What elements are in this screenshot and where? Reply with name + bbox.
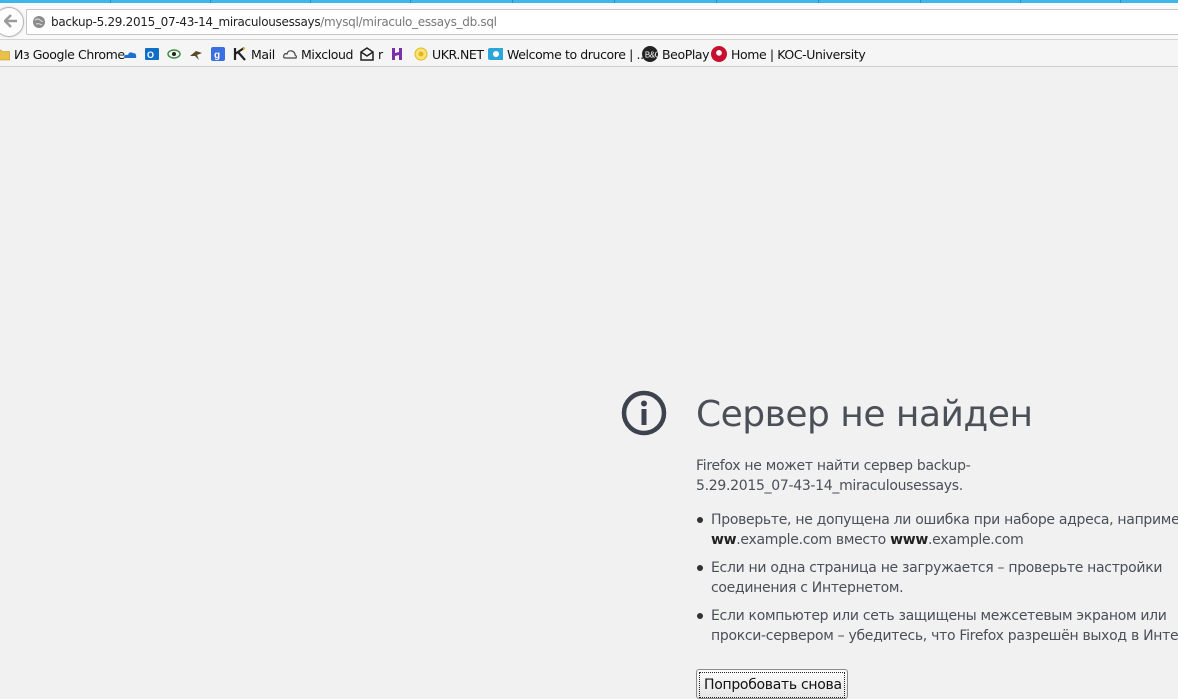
cloud-icon <box>283 50 297 59</box>
bookmark-label: Mail <box>251 46 275 62</box>
beoplay-icon: B&O <box>642 46 658 62</box>
bookmark-onedrive[interactable] <box>123 45 141 63</box>
suggestion-bold: www <box>890 532 928 548</box>
bookmark-label: Из Google Chrome <box>14 46 125 62</box>
url-text: backup-5.29.2015_07-43-14_miraculousessa… <box>51 14 497 30</box>
onedrive-icon <box>124 52 137 58</box>
drupal-icon <box>488 48 503 60</box>
url-path: /mysql/miraculo_essays_db.sql <box>320 15 497 29</box>
try-again-label: Попробовать снова <box>699 672 845 698</box>
suggestion-line: Если компьютер или сеть защищены межсете… <box>711 608 1167 624</box>
bookmark-r[interactable]: r <box>360 45 383 63</box>
bookmark-folder-chrome[interactable]: Из Google Chrome <box>0 45 125 63</box>
bookmark-mail[interactable]: Mail <box>233 45 275 63</box>
suggestion-text: .example.com вместо <box>736 532 891 548</box>
svg-text:B&O: B&O <box>645 50 658 59</box>
list-item: Если компьютер или сеть защищены межсете… <box>696 606 1178 646</box>
bookmark-google[interactable]: g <box>211 45 229 63</box>
bookmarks-toolbar: Из Google Chrome O g Mail Mixcloud r UKR… <box>0 40 1178 67</box>
bookmark-ukrnet[interactable]: UKR.NET <box>414 45 484 63</box>
suggestion-text: .example.com <box>928 532 1024 548</box>
bird-icon <box>190 51 202 60</box>
suggestion-line: соединения с Интернетом. <box>711 580 904 596</box>
outlook-icon: O <box>145 48 159 60</box>
bookmark-h[interactable] <box>390 45 408 63</box>
google-plus-icon: g <box>211 47 225 61</box>
ukrnet-icon <box>414 47 428 61</box>
url-host: backup-5.29.2015_07-43-14_miraculousessa… <box>51 15 321 29</box>
bookmark-eye[interactable] <box>167 45 185 63</box>
globe-icon <box>33 16 45 28</box>
suggestion-bold: ww <box>711 532 737 548</box>
bookmark-label: Mixcloud <box>301 46 354 62</box>
bookmark-koc[interactable]: Home | KOC-University <box>711 45 866 63</box>
bookmark-label: BeoPlay <box>662 46 710 62</box>
bookmark-bird[interactable] <box>189 45 207 63</box>
error-description: Firefox не может найти сервер backup-5.2… <box>696 458 971 494</box>
h-icon <box>392 48 402 60</box>
suggestion-line: Проверьте, не допущена ли ошибка при наб… <box>711 512 1178 528</box>
svg-text:g: g <box>214 50 220 61</box>
bookmark-label: Home | KOC-University <box>731 46 866 62</box>
bookmark-mixcloud[interactable]: Mixcloud <box>283 45 353 63</box>
bookmark-outlook[interactable]: O <box>145 45 163 63</box>
info-icon <box>621 390 667 436</box>
error-title: Сервер не найден <box>696 394 1033 435</box>
navigation-bar: backup-5.29.2015_07-43-14_miraculousessa… <box>0 3 1178 40</box>
back-button[interactable] <box>0 7 24 37</box>
koc-icon <box>711 46 727 62</box>
back-arrow-icon <box>4 14 17 28</box>
url-bar[interactable]: backup-5.29.2015_07-43-14_miraculousessa… <box>26 9 1178 35</box>
bookmark-label: r <box>378 46 383 62</box>
bookmark-label: Welcome to drucore | ... <box>507 46 648 62</box>
k-icon <box>233 47 246 61</box>
suggestion-line: Если ни одна страница не загружается – п… <box>711 560 1163 576</box>
envelope-icon <box>360 47 374 61</box>
list-item: Проверьте, не допущена ли ошибка при наб… <box>696 510 1178 550</box>
bookmark-beoplay[interactable]: B&O BeoPlay <box>642 45 710 63</box>
eye-icon <box>167 49 181 59</box>
bookmark-drucore[interactable]: Welcome to drucore | ... <box>487 45 648 63</box>
bookmark-label: UKR.NET <box>432 46 484 62</box>
suggestion-line: прокси-сервером – убедитесь, что Firefox… <box>711 628 1178 644</box>
try-again-button[interactable]: Попробовать снова <box>696 669 848 699</box>
list-item: Если ни одна страница не загружается – п… <box>696 558 1178 598</box>
folder-icon <box>0 49 10 61</box>
suggestion-list: Проверьте, не допущена ли ошибка при наб… <box>696 510 1178 654</box>
svg-text:O: O <box>147 50 154 60</box>
